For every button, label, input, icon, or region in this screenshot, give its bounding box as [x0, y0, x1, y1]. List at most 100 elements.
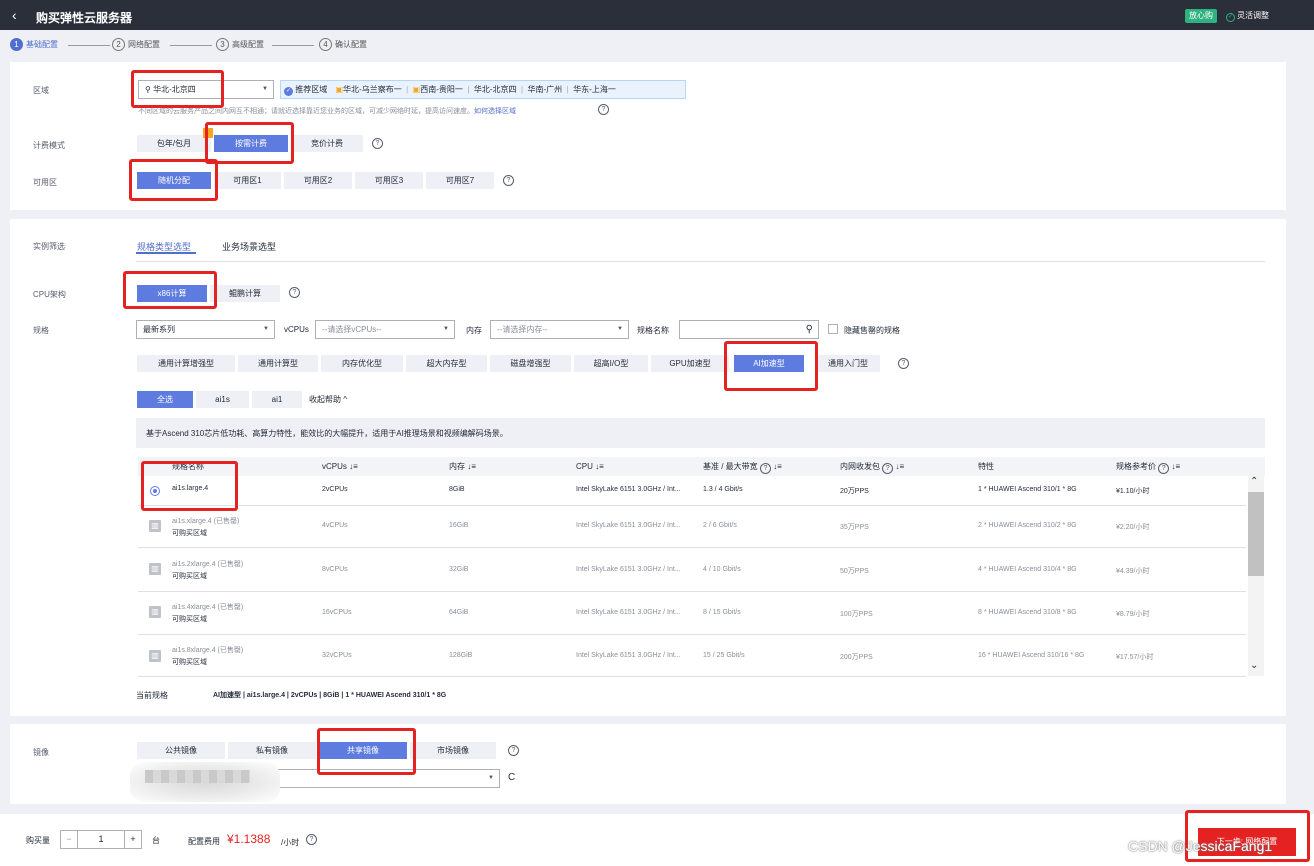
table-cell: ¥4.39/小时 — [1116, 568, 1150, 575]
recommend-region-3[interactable]: 华北-北京四 — [474, 85, 517, 94]
price-value: ¥1.1388 — [227, 832, 271, 846]
highlight-box — [129, 159, 218, 201]
table-cell: 16 * HUAWEI Ascend 310/16 * 8G — [978, 652, 1085, 659]
help-icon[interactable]: ? — [508, 745, 519, 756]
quantity-decrease-button[interactable]: − — [60, 830, 78, 849]
step-advanced: 3 高级配置 — [216, 38, 264, 51]
sort-icon: ↓≡ — [595, 462, 604, 471]
scroll-down-icon[interactable]: ⌄ — [1250, 660, 1258, 671]
help-icon[interactable]: ? — [598, 104, 609, 115]
buyable-region-link[interactable]: 可购买区域 — [172, 657, 207, 667]
sort-icon: ↓≡ — [895, 462, 905, 471]
chevron-down-icon: ▼ — [443, 326, 449, 332]
scroll-up-icon[interactable]: ⌃ — [1250, 476, 1258, 487]
recommend-region-4[interactable]: 华南-广州 — [528, 85, 563, 94]
current-spec-value: AI加速型 | ai1s.large.4 | 2vCPUs | 8GiB | 1… — [213, 692, 447, 699]
col-memory[interactable]: 内存 ↓≡ — [449, 459, 476, 475]
image-private-button[interactable]: 私有镜像 — [227, 741, 317, 760]
type-gpu[interactable]: GPU加速型 — [650, 354, 730, 373]
type-large-memory[interactable]: 超大内存型 — [405, 354, 488, 373]
buyable-region-link[interactable]: 可购买区域 — [172, 614, 207, 624]
az-label: 可用区 — [33, 178, 57, 187]
help-icon[interactable]: ? — [898, 358, 909, 369]
table-cell: 8vCPUs — [322, 566, 348, 573]
sort-icon: ↓≡ — [349, 462, 358, 471]
cpu-kunpeng-button[interactable]: 鲲鹏计算 — [209, 284, 281, 303]
soldout-cart-icon: ▥ — [149, 563, 161, 575]
table-cell: 20万PPS — [840, 488, 869, 495]
collapse-help-link[interactable]: 收起帮助 ^ — [309, 394, 347, 405]
image-public-button[interactable]: 公共镜像 — [136, 741, 226, 760]
spec-name-input[interactable]: ⚲ — [679, 320, 819, 339]
buyable-region-link[interactable]: 可购买区域 — [172, 528, 207, 538]
table-cell: 1 * HUAWEI Ascend 310/1 * 8G — [978, 486, 1077, 493]
help-icon: ? — [882, 463, 894, 474]
quantity-input[interactable]: 1 — [77, 830, 125, 849]
cpu-arch-label: CPU架构 — [33, 290, 66, 299]
price-unit: /小时 — [281, 838, 300, 847]
quantity-increase-button[interactable]: + — [124, 830, 142, 849]
type-general-enhanced[interactable]: 通用计算增强型 — [136, 354, 236, 373]
table-cell: 35万PPS — [840, 524, 869, 531]
table-cell: 4 * HUAWEI Ascend 310/4 * 8G — [978, 566, 1077, 573]
chevron-down-icon: ▼ — [263, 326, 269, 332]
choose-region-link[interactable]: 如何选择区域 — [474, 108, 516, 115]
col-bandwidth[interactable]: 基准 / 最大带宽 ? ↓≡ — [703, 459, 782, 475]
buyable-region-link[interactable]: 可购买区域 — [172, 571, 207, 581]
quantity-label: 购买量 — [26, 836, 50, 845]
col-pps[interactable]: 内网收发包 ? ↓≡ — [840, 459, 904, 475]
highlight-box — [205, 122, 294, 164]
refresh-icon[interactable]: C — [508, 772, 515, 783]
series-select[interactable]: 最新系列 ▼ — [136, 320, 275, 339]
table-cell: 64GiB — [449, 609, 469, 616]
billing-spot-button[interactable]: 竞价计费 — [290, 134, 364, 153]
table-cell: 8 * HUAWEI Ascend 310/8 * 8G — [978, 609, 1077, 616]
table-cell: ¥8.79/小时 — [1116, 611, 1150, 618]
az-7-button[interactable]: 可用区7 — [425, 171, 495, 190]
az-3-button[interactable]: 可用区3 — [354, 171, 424, 190]
hide-soldout-checkbox[interactable] — [828, 324, 838, 334]
search-icon[interactable]: ⚲ — [806, 321, 813, 338]
az-1-button[interactable]: 可用区1 — [213, 171, 282, 190]
table-row-name: ai1s.4xlarge.4 (已售罄) — [172, 604, 244, 611]
table-cell: 128GiB — [449, 652, 473, 659]
recommend-region-5[interactable]: 华东-上海一 — [573, 85, 616, 94]
type-disk-enhanced[interactable]: 磁盘增强型 — [489, 354, 572, 373]
table-cell: 15 / 25 Gbit/s — [703, 652, 745, 659]
memory-select[interactable]: --请选择内存-- ▼ — [490, 320, 629, 339]
image-market-button[interactable]: 市场镜像 — [409, 741, 497, 760]
type-memory-optimized[interactable]: 内存优化型 — [320, 354, 404, 373]
help-icon[interactable]: ? — [289, 287, 300, 298]
table-cell: 100万PPS — [840, 611, 873, 618]
table-cell: 2vCPUs — [322, 486, 348, 493]
type-general[interactable]: 通用计算型 — [237, 354, 319, 373]
help-icon[interactable]: ? — [306, 834, 317, 845]
col-cpu[interactable]: CPU ↓≡ — [576, 459, 604, 475]
hide-soldout-label: 隐藏售罄的规格 — [844, 326, 900, 335]
tab-scenario[interactable]: 业务场景选型 — [222, 240, 276, 253]
recommend-region-2[interactable]: 西南-贵阳一 — [420, 85, 463, 94]
subtype-ai1[interactable]: ai1 — [251, 390, 303, 409]
az-2-button[interactable]: 可用区2 — [283, 171, 353, 190]
table-row-name: ai1s.2xlarge.4 (已售罄) — [172, 561, 244, 568]
table-cell: 50万PPS — [840, 568, 869, 575]
subtype-ai1s[interactable]: ai1s — [195, 390, 250, 409]
highlight-box — [131, 70, 224, 108]
subtype-all[interactable]: 全选 — [136, 390, 194, 409]
help-icon[interactable]: ? — [503, 175, 514, 186]
recommend-region-1[interactable]: 华北-乌兰察布一 — [343, 85, 402, 94]
col-vcpus[interactable]: vCPUs ↓≡ — [322, 459, 358, 475]
scrollbar-thumb[interactable] — [1248, 492, 1264, 576]
help-icon[interactable]: ? — [372, 138, 383, 149]
vcpus-select[interactable]: --请选择vCPUs-- ▼ — [315, 320, 455, 339]
back-arrow-icon[interactable]: ‹ — [12, 7, 17, 23]
flex-adjust-link[interactable]: ✓ 灵活调整 — [1226, 10, 1269, 22]
check-circle-icon: ✓ — [1226, 13, 1235, 22]
type-high-io[interactable]: 超高I/O型 — [573, 354, 649, 373]
col-feature: 特性 — [978, 462, 994, 471]
billing-yearly-button[interactable]: 包年/包月 — [136, 134, 212, 153]
table-cell: 2 * HUAWEI Ascend 310/2 * 8G — [978, 522, 1077, 529]
soldout-cart-icon: ▥ — [149, 650, 161, 662]
type-entry[interactable]: 通用入门型 — [815, 354, 881, 373]
col-price[interactable]: 规格参考价 ? ↓≡ — [1116, 459, 1180, 475]
